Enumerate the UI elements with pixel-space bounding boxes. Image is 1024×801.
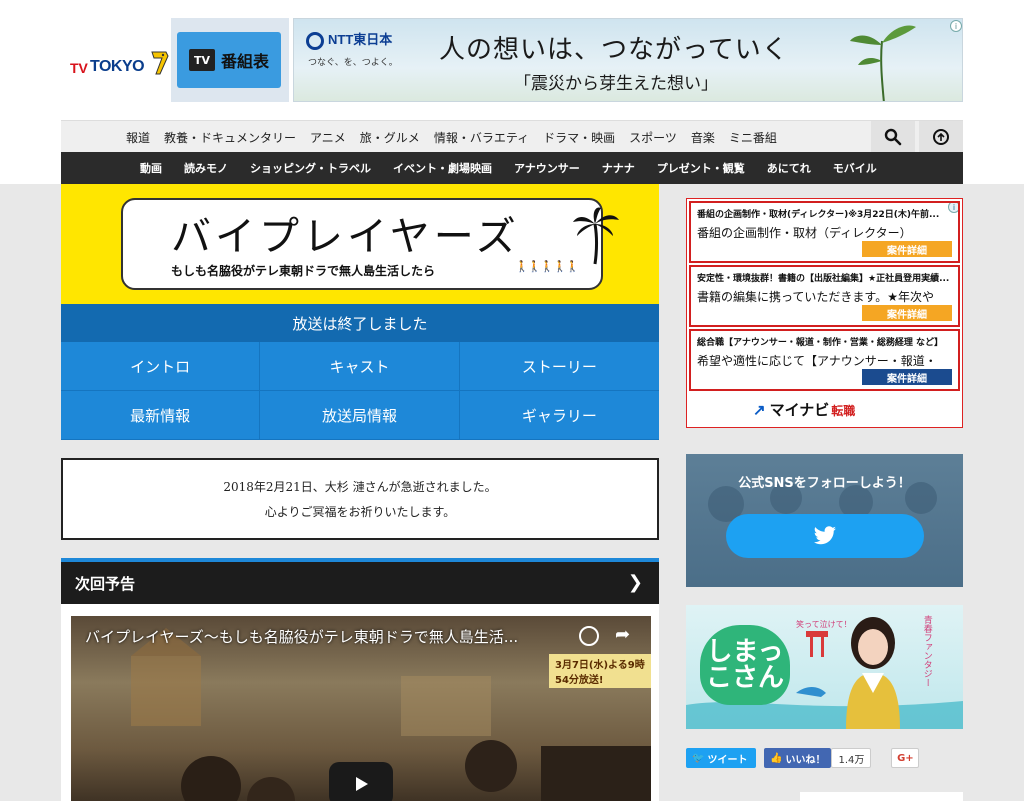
tv-icon: TV [188,49,215,71]
nanana-mascot-icon [151,51,169,75]
facebook-like-button[interactable]: 👍 いいね！ [764,748,832,768]
accessibility-button[interactable] [919,121,963,153]
actress-photo [846,617,900,729]
ad-info-icon[interactable]: i [950,20,962,32]
mynavi-mark-icon: ↗ [753,402,766,419]
program-guide-area: TV 番組表 [171,18,289,102]
share-icon[interactable]: ➦ [615,624,630,645]
watch-later-icon[interactable] [579,626,599,646]
show-menu: イントロ キャスト ストーリー 最新情報 放送局情報 ギャラリー [61,342,659,440]
palm-tree-icon [573,207,619,265]
show-title: バイプレイヤーズ [171,214,520,260]
ad-subline: 「震災から芽生えた想い」 [514,74,718,94]
google-plus-button[interactable]: G+ [891,748,920,768]
genre-item-travel[interactable]: 旅・グルメ [353,129,427,146]
video-container: バイプレイヤーズ〜もしも名脇役がテレ東朝ドラで無人島生活... 3月7日(水)よ… [61,604,659,801]
menu-news[interactable]: 最新情報 [61,391,261,440]
sns-follow-text: 公式SNSをフォローしよう！ [738,476,911,491]
subnav-item-nanana[interactable]: ナナナ [591,160,646,176]
job-body: 番組の企画制作・取材（ディレクター） [697,226,912,240]
job-detail-button[interactable]: 案件詳細 [862,241,952,257]
menu-stations[interactable]: 放送局情報 [260,391,460,440]
program-guide-button[interactable]: TV 番組表 [177,32,281,88]
ad-headline: 人の想いは、つながっていく [439,35,789,65]
airdate-badge: 3月7日(水)よる9時54分放送! [549,654,651,688]
job-title: 総合職【アナウンサー・報道・制作・営業・総務経理 など】 [697,338,943,348]
promo-banner[interactable]: しまっこさん 笑って泣けて！ 青春ファンタジー [686,605,963,729]
program-guide-label: 番組表 [220,52,269,71]
sub-nav: 動画 読みモノ ショッピング・トラベル イベント・劇場映画 アナウンサー ナナナ… [61,152,963,184]
genre-item-mini[interactable]: ミニ番組 [722,129,784,146]
subnav-item-video[interactable]: 動画 [129,160,173,176]
job-detail-button[interactable]: 案件詳細 [862,369,952,385]
video-player[interactable]: バイプレイヤーズ〜もしも名脇役がテレ東朝ドラで無人島生活... 3月7日(水)よ… [71,616,651,801]
job-title: 番組の企画制作・取材(ディレクター)※3月22日(木)午前... [697,210,940,220]
job-ad: i 番組の企画制作・取材(ディレクター)※3月22日(木)午前... 番組の企画… [686,198,963,428]
logo-tv-text: TV [70,60,88,76]
genre-nav: 報道 教養・ドキュメンタリー アニメ 旅・グルメ 情報・バラエティ ドラマ・映画… [61,120,963,153]
notice-line-2: 心よりご冥福をお祈りいたします。 [264,505,456,519]
menu-story[interactable]: ストーリー [459,342,659,391]
menu-intro[interactable]: イントロ [61,342,261,391]
top-banner-ad[interactable]: NTT東日本 つなぐ、を、つよく。 人の想いは、つながっていく 「震災から芽生え… [293,18,963,102]
ntt-logo-icon [306,31,324,50]
search-button[interactable] [871,121,915,153]
notice-line-1: 2018年2月21日、大杉 漣さんが急逝されました。 [223,480,497,494]
genre-item-sports[interactable]: スポーツ [622,129,684,146]
accessibility-icon [933,129,949,145]
show-banner[interactable]: バイプレイヤーズ もしも名脇役がテレ東朝ドラで無人島生活したら 🚶🚶🚶🚶🚶 [61,184,659,304]
job-body: 書籍の編集に携っていただきます。★年次や [697,290,934,304]
show-title-sign: バイプレイヤーズ もしも名脇役がテレ東朝ドラで無人島生活したら 🚶🚶🚶🚶🚶 [121,198,619,290]
video-title: バイプレイヤーズ〜もしも名脇役がテレ東朝ドラで無人島生活... [85,628,519,646]
next-preview-header[interactable]: 次回予告 ❯ [61,558,659,604]
twitter-follow-button[interactable] [726,514,924,558]
promo-tagline: 青春ファンタジー [921,615,932,687]
tweet-button[interactable]: 🐦 ツイート [686,748,756,768]
tv-tokyo-logo[interactable]: TV TOKYO [68,44,169,84]
sprout-icon [850,25,916,101]
twitter-bird-icon [814,526,836,545]
subnav-item-present[interactable]: プレゼント・観覧 [646,160,756,176]
chevron-right-icon: ❯ [627,572,643,593]
subnav-item-shopping[interactable]: ショッピング・トラベル [239,160,382,176]
ad-brand-tagline: つなぐ、を、つよく。 [308,58,398,68]
subnav-item-events[interactable]: イベント・劇場映画 [382,160,503,176]
sns-follow-box: 公式SNSをフォローしよう！ [686,454,963,587]
genre-item-documentary[interactable]: 教養・ドキュメンタリー [157,129,303,146]
search-icon [884,128,902,146]
thumbs-up-icon: 👍 [770,752,783,764]
genre-item-drama[interactable]: ドラマ・映画 [536,129,622,146]
genre-item-anime[interactable]: アニメ [303,129,353,146]
show-subtitle: もしも名脇役がテレ東朝ドラで無人島生活したら [171,264,436,278]
social-share-row: 🐦 ツイート 👍 いいね！ 1.4万 G+ [686,748,920,768]
menu-cast[interactable]: キャスト [260,342,460,391]
subnav-item-articles[interactable]: 読みモノ [173,160,239,176]
job-listing-3[interactable]: 総合職【アナウンサー・報道・制作・営業・総務経理 など】 希望や適性に応じて【ア… [689,329,960,391]
job-title: 安定性・環境抜群！書籍の【出版社編集】★正社員登用実績... [697,274,950,284]
mynavi-logo[interactable]: ↗ マイナビ 転職 [753,399,855,420]
like-count: 1.4万 [831,748,872,768]
job-body: 希望や適性に応じて【アナウンサー・報道・ [697,354,937,368]
subnav-item-mobile[interactable]: モバイル [822,160,888,176]
genre-item-music[interactable]: 音楽 [684,129,722,146]
twitter-icon: 🐦 [692,752,705,764]
job-detail-button[interactable]: 案件詳細 [862,305,952,321]
next-widget-card [800,792,963,801]
job-listing-2[interactable]: 安定性・環境抜群！書籍の【出版社編集】★正社員登用実績... 書籍の編集に携って… [689,265,960,327]
promo-logo: しまっこさん [700,625,790,705]
job-listing-1[interactable]: 番組の企画制作・取材(ディレクター)※3月22日(木)午前... 番組の企画制作… [689,201,960,263]
play-button[interactable] [329,762,393,801]
subnav-item-announcer[interactable]: アナウンサー [503,160,591,176]
walking-people-icon: 🚶🚶🚶🚶🚶 [515,260,579,273]
ad-brand: NTT東日本 [306,29,392,50]
logo-tokyo-text: TOKYO [90,58,145,75]
subnav-item-aniteru[interactable]: あにてれ [756,160,822,176]
genre-item-news[interactable]: 報道 [119,129,157,146]
menu-gallery[interactable]: ギャラリー [459,391,659,440]
genre-item-variety[interactable]: 情報・バラエティ [427,129,536,146]
condolence-notice: 2018年2月21日、大杉 漣さんが急逝されました。 心よりご冥福をお祈りいたし… [61,458,659,540]
next-preview-title: 次回予告 [75,574,136,593]
play-icon [356,777,368,791]
broadcast-status: 放送は終了しました [61,304,659,342]
